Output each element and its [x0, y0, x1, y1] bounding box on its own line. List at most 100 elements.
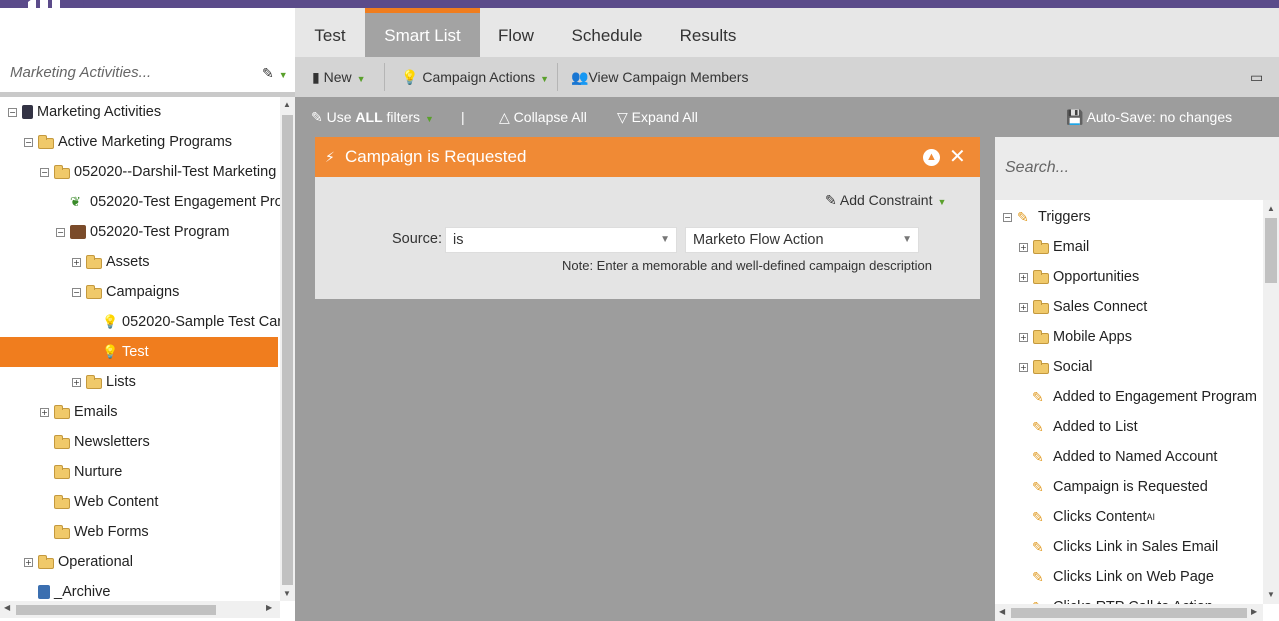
expand-icon[interactable]: + — [1019, 332, 1028, 342]
trigger-category[interactable]: + Mobile Apps — [1019, 322, 1132, 352]
trigger-item[interactable]: ✎ Campaign is Requested — [1032, 472, 1208, 502]
tree-item-label: Newsletters — [74, 434, 150, 450]
left-search-bar: Marketing Activities... ✎ ▼ — [0, 8, 295, 92]
trigger-category[interactable]: + Opportunities — [1019, 262, 1139, 292]
trigger-item[interactable]: ✎ Added to Engagement Program — [1032, 382, 1257, 412]
expand-icon[interactable]: + — [1019, 242, 1028, 252]
trigger-icon: ✎ — [1032, 419, 1044, 435]
tree-item[interactable]: + Emails — [40, 397, 118, 427]
tree-item[interactable]: ❦ 052020-Test Engagement Pro — [56, 187, 280, 217]
trigger-label: Clicks RTP Call to Action — [1053, 592, 1213, 604]
tree-item[interactable]: Newsletters — [40, 427, 150, 457]
maximize-icon[interactable]: ▭ — [1250, 57, 1263, 97]
add-constraint-button[interactable]: ✎ Add Constraint ▼ — [825, 192, 946, 209]
wand-icon: ✎ — [825, 192, 837, 208]
tree-item[interactable]: 💡 052020-Sample Test Car — [88, 307, 280, 337]
expand-all-button[interactable]: ▽ Expand All — [617, 97, 698, 137]
trigger-item[interactable]: ✎ Clicks Content AI — [1032, 502, 1155, 532]
trigger-category[interactable]: + Sales Connect — [1019, 292, 1147, 322]
tree-item-label: 052020-Test Program — [90, 224, 230, 240]
view-campaign-members-button[interactable]: 👥View Campaign Members — [571, 57, 748, 97]
tree-item[interactable]: + Operational — [24, 547, 133, 577]
engagement-program-icon: ❦ — [70, 194, 81, 209]
trigger-category[interactable]: − ✎ Triggers — [1003, 202, 1091, 232]
tree-item[interactable]: − 052020-Test Program — [56, 217, 229, 247]
tree-item[interactable]: − Active Marketing Programs — [24, 127, 232, 157]
tree-item[interactable]: + Assets — [72, 247, 150, 277]
trigger-item[interactable]: ✎ Clicks RTP Call to Action — [1032, 592, 1213, 604]
tab-results[interactable]: Results — [662, 8, 754, 57]
tree-item[interactable]: − Campaigns — [72, 277, 179, 307]
tree-item-label: Emails — [74, 404, 118, 420]
collapse-icon[interactable]: − — [40, 167, 49, 177]
expand-icon[interactable]: + — [72, 257, 81, 267]
left-vertical-scrollbar[interactable]: ▲ ▼ — [280, 97, 295, 601]
palette-horizontal-scrollbar[interactable]: ◀ ▶ — [995, 604, 1263, 621]
campaign-actions-button[interactable]: 💡 Campaign Actions ▼ — [401, 57, 549, 97]
expand-icon[interactable]: + — [1019, 272, 1028, 282]
expand-icon[interactable]: + — [1019, 302, 1028, 312]
tab-test[interactable]: Test — [295, 8, 365, 57]
expand-icon[interactable]: + — [24, 557, 33, 567]
trigger-label: Clicks Content — [1053, 509, 1147, 525]
filter-note: Note: Enter a memorable and well-defined… — [562, 258, 932, 273]
trigger-item[interactable]: ✎ Added to List — [1032, 412, 1138, 442]
operator-select[interactable]: is ▼ — [445, 227, 677, 253]
tree-item[interactable]: + Lists — [72, 367, 136, 397]
tree-item-label: Campaigns — [106, 284, 180, 300]
collapse-icon[interactable]: − — [56, 227, 65, 237]
people-icon: 👥 — [571, 69, 589, 85]
folder-icon — [1033, 299, 1049, 314]
scrollbar-thumb[interactable] — [1265, 218, 1277, 283]
tree-item[interactable]: Web Forms — [40, 517, 149, 547]
expand-icon[interactable]: + — [1019, 362, 1028, 372]
collapse-icon[interactable]: − — [24, 137, 33, 147]
left-navigation-panel: Marketing Activities... ✎ ▼ − Marketing Ac… — [0, 8, 295, 621]
trigger-category[interactable]: + Social — [1019, 352, 1093, 382]
trigger-label: Campaign is Requested — [1053, 479, 1208, 495]
move-up-icon[interactable]: ▲ — [923, 149, 940, 166]
trigger-category[interactable]: + Email — [1019, 232, 1089, 262]
tab-schedule[interactable]: Schedule — [552, 8, 662, 57]
tab-smart-list[interactable]: Smart List — [365, 8, 480, 57]
palette-search-input[interactable]: Search... — [1005, 159, 1069, 177]
tree-search-input[interactable]: Marketing Activities... — [10, 64, 151, 81]
collapse-icon[interactable]: − — [72, 287, 81, 297]
expand-icon[interactable]: + — [72, 377, 81, 387]
palette-vertical-scrollbar[interactable]: ▲ ▼ — [1263, 200, 1279, 604]
close-icon[interactable]: ✕ — [949, 137, 966, 177]
use-all-filters-button[interactable]: ✎ Use ALL filters ▼ — [311, 97, 434, 137]
trigger-item[interactable]: ✎ Added to Named Account — [1032, 442, 1217, 472]
collapse-all-button[interactable]: △ Collapse All — [499, 97, 587, 137]
collapse-icon[interactable]: − — [8, 107, 17, 117]
filter-title: Campaign is Requested — [345, 147, 527, 166]
filter-header[interactable]: ⚡ Campaign is Requested ▲ ✕ — [315, 137, 980, 177]
tree-item[interactable]: − Marketing Activities — [8, 97, 161, 127]
autosave-status: 💾 Auto-Save: no changes — [1066, 109, 1233, 125]
tree-item[interactable]: Nurture — [40, 457, 122, 487]
source-select[interactable]: Marketo Flow Action ▼ — [685, 227, 919, 253]
source-label: Source: — [392, 231, 442, 247]
trigger-item[interactable]: ✎ Clicks Link on Web Page — [1032, 562, 1214, 592]
scrollbar-thumb[interactable] — [1011, 608, 1247, 618]
trigger-item[interactable]: ✎ Clicks Link in Sales Email — [1032, 532, 1218, 562]
tree-item[interactable]: − 052020--Darshil-Test Marketing — [40, 157, 276, 187]
new-menu-button[interactable]: ▮ New ▼ — [312, 57, 366, 97]
tab-flow[interactable]: Flow — [480, 8, 552, 57]
campaign-actions-label: Campaign Actions — [422, 69, 536, 85]
trigger-icon: ⚡ — [325, 149, 335, 165]
scrollbar-thumb[interactable] — [16, 605, 216, 615]
folder-icon — [1033, 329, 1049, 344]
collapse-icon[interactable]: − — [1003, 212, 1012, 222]
tree-filter-icon[interactable]: ✎ ▼ — [262, 65, 288, 82]
tree-item-label: 052020-Test Engagement Pro — [90, 194, 280, 210]
folder-icon — [86, 254, 102, 269]
tree-item[interactable]: Web Content — [40, 487, 158, 517]
left-horizontal-scrollbar[interactable]: ◀ ▶ — [0, 601, 280, 618]
trigger-label: Added to List — [1053, 419, 1138, 435]
scrollbar-thumb[interactable] — [282, 115, 293, 585]
expand-icon[interactable]: + — [40, 407, 49, 417]
tree-item[interactable]: _Archive — [24, 577, 110, 601]
trigger-label: Clicks Link in Sales Email — [1053, 539, 1219, 555]
tree-item[interactable]: 💡 Test — [0, 337, 278, 367]
